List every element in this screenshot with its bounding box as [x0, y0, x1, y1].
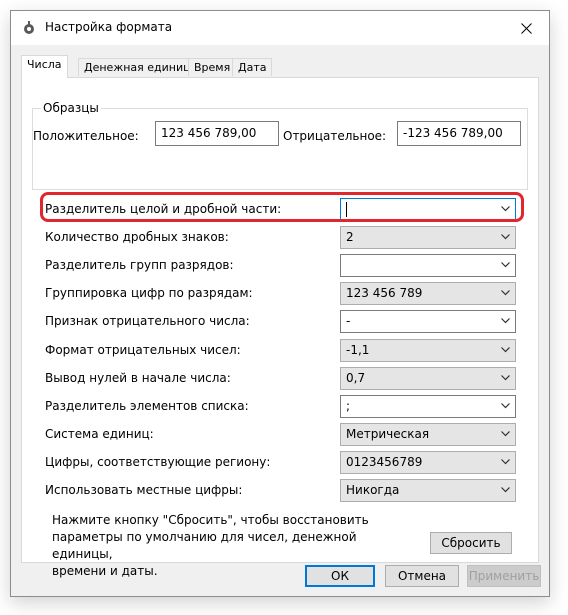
setting-dropdown[interactable]: -1,1	[340, 339, 516, 362]
setting-dropdown[interactable]: Никогда	[340, 479, 516, 502]
app-icon	[24, 21, 34, 34]
reset-note-line: Нажмите кнопку "Сбросить", чтобы восстан…	[52, 513, 369, 527]
positive-label: Положительное:	[33, 129, 139, 143]
cancel-button[interactable]: Отмена	[385, 565, 459, 587]
setting-label: Разделитель групп разрядов:	[45, 258, 234, 272]
setting-dropdown[interactable]: -	[340, 310, 516, 333]
setting-value: -	[346, 314, 351, 328]
tab-date[interactable]: Дата	[232, 58, 273, 76]
chevron-down-icon	[501, 487, 510, 493]
window-title: Настройка формата	[45, 20, 173, 34]
setting-dropdown[interactable]	[340, 254, 516, 277]
setting-label: Формат отрицательных чисел:	[45, 343, 241, 357]
setting-value: 123 456 789	[346, 286, 423, 300]
tab-numbers[interactable]: Числа	[21, 55, 68, 78]
setting-dropdown[interactable]: 0,7	[340, 367, 516, 390]
tab-time[interactable]: Время	[188, 58, 237, 76]
chevron-down-icon	[501, 234, 510, 240]
ok-button[interactable]: ОК	[305, 565, 375, 587]
numbers-tab-panel: Образцы Положительное: 123 456 789,00 От…	[21, 77, 539, 578]
setting-label: Использовать местные цифры:	[45, 483, 243, 497]
setting-label: Группировка цифр по разрядам:	[45, 286, 253, 300]
tab-currency[interactable]: Денежная единица	[78, 58, 204, 76]
setting-value: 2	[346, 230, 354, 244]
chevron-down-icon	[501, 262, 510, 268]
highlight-annotation	[40, 192, 524, 222]
setting-label: Цифры, соответствующие региону:	[45, 455, 271, 469]
setting-value: ;	[346, 399, 351, 413]
negative-label: Отрицательное:	[283, 129, 387, 143]
samples-group-title: Образцы	[41, 101, 101, 115]
setting-dropdown[interactable]: 123 456 789	[340, 282, 516, 305]
setting-label: Разделитель элементов списка:	[45, 399, 249, 413]
setting-value: Никогда	[346, 483, 400, 497]
setting-label: Количество дробных знаков:	[45, 230, 229, 244]
setting-dropdown[interactable]: Метрическая	[340, 423, 516, 446]
setting-label: Вывод нулей в начале числа:	[45, 371, 231, 385]
format-settings-dialog: Настройка формата Числа Денежная единица…	[10, 10, 550, 597]
chevron-down-icon	[501, 431, 510, 437]
setting-value: Метрическая	[346, 427, 430, 441]
samples-group: Образцы Положительное: 123 456 789,00 От…	[32, 101, 528, 190]
setting-label: Признак отрицательного числа:	[45, 314, 250, 328]
setting-value: 0123456789	[346, 455, 423, 469]
close-button[interactable]	[503, 11, 549, 45]
apply-button[interactable]: Применить	[467, 565, 541, 587]
setting-label: Система единиц:	[45, 427, 154, 441]
title-bar[interactable]: Настройка формата	[11, 11, 549, 45]
setting-value: 0,7	[346, 371, 366, 385]
chevron-down-icon	[501, 347, 510, 353]
negative-sample-field: -123 456 789,00	[397, 121, 521, 146]
reset-button[interactable]: Сбросить	[430, 532, 512, 554]
chevron-down-icon	[501, 318, 510, 324]
chevron-down-icon	[501, 375, 510, 381]
setting-dropdown[interactable]: 2	[340, 226, 516, 249]
setting-value: -1,1	[346, 343, 370, 357]
close-icon	[520, 22, 532, 34]
positive-sample-field: 123 456 789,00	[155, 121, 279, 146]
setting-dropdown[interactable]: ;	[340, 395, 516, 418]
reset-note-line: параметры по умолчанию для чисел, денежн…	[52, 530, 357, 561]
chevron-down-icon	[501, 403, 510, 409]
chevron-down-icon	[501, 290, 510, 296]
setting-dropdown[interactable]: 0123456789	[340, 451, 516, 474]
chevron-down-icon	[501, 459, 510, 465]
